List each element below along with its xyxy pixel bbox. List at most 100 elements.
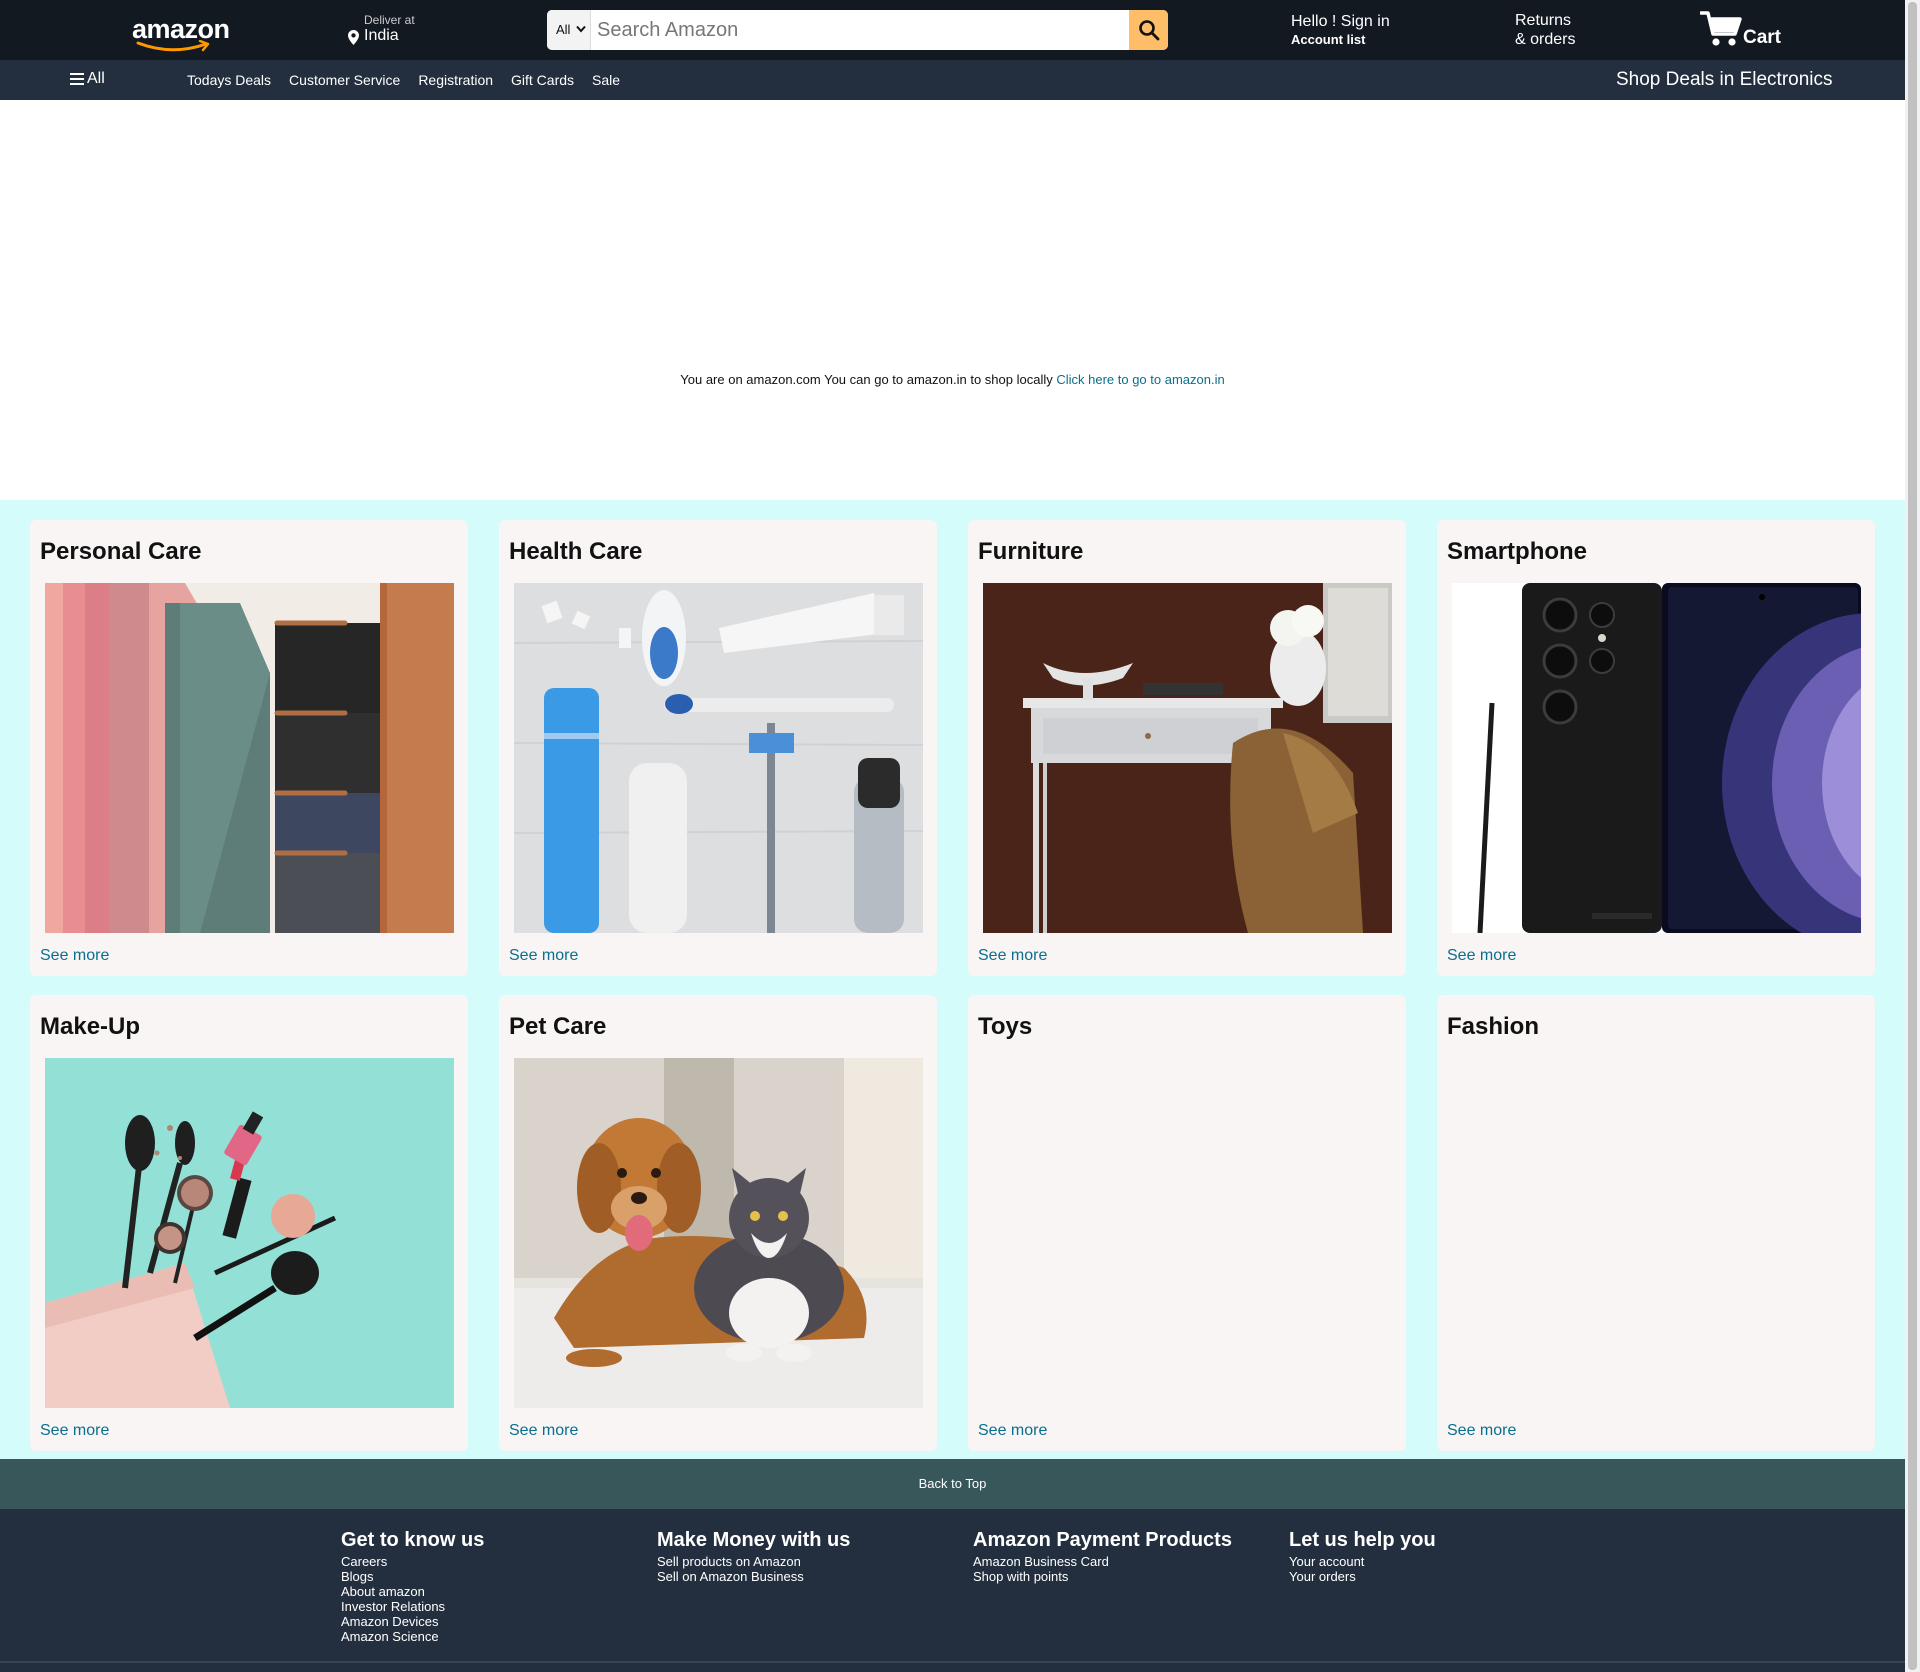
see-more-link[interactable]: See more bbox=[978, 947, 1047, 965]
pets-illustration bbox=[514, 1058, 923, 1408]
footer-link-blogs[interactable]: Blogs bbox=[341, 1569, 484, 1584]
desk-illustration bbox=[983, 583, 1392, 933]
search-bar: All bbox=[547, 10, 1168, 50]
card-image-health-care[interactable] bbox=[514, 583, 923, 933]
card-image-personal-care[interactable] bbox=[45, 583, 454, 933]
see-more-link[interactable]: See more bbox=[40, 1422, 109, 1440]
cart-button[interactable]: Cart bbox=[1700, 10, 1790, 50]
category-card-pet-care: Pet Care See more bbox=[499, 995, 937, 1451]
category-card-toys: Toys See more bbox=[968, 995, 1406, 1451]
chevron-down-icon bbox=[576, 25, 586, 33]
card-image-pet-care[interactable] bbox=[514, 1058, 923, 1408]
card-image-smartphone[interactable] bbox=[1452, 583, 1861, 933]
footer-heading: Amazon Payment Products bbox=[973, 1529, 1232, 1551]
account-list-label: Account list bbox=[1291, 32, 1366, 47]
category-card-make-up: Make-Up See more bbox=[30, 995, 468, 1451]
search-icon bbox=[1139, 20, 1160, 41]
subnav-links: Todays Deals Customer Service Registrati… bbox=[187, 72, 620, 88]
footer-divider bbox=[0, 1661, 1905, 1663]
category-card-personal-care: Personal Care See more bbox=[30, 520, 468, 976]
footer-link-sell-business[interactable]: Sell on Amazon Business bbox=[657, 1569, 850, 1584]
footer-link-careers[interactable]: Careers bbox=[341, 1554, 484, 1569]
see-more-link[interactable]: See more bbox=[509, 947, 578, 965]
nav-link-gift-cards[interactable]: Gift Cards bbox=[511, 72, 574, 88]
all-menu-label: All bbox=[87, 70, 105, 87]
amazon-smile-icon bbox=[136, 40, 210, 52]
category-card-furniture: Furniture See more bbox=[968, 520, 1406, 976]
search-category-label: All bbox=[556, 22, 571, 37]
toiletries-illustration bbox=[514, 583, 923, 933]
footer: Get to know us Careers Blogs About amazo… bbox=[0, 1509, 1905, 1672]
footer-link-shop-with-points[interactable]: Shop with points bbox=[973, 1569, 1232, 1584]
locale-notice-link[interactable]: Click here to go to amazon.in bbox=[1056, 372, 1224, 387]
footer-link-sell-products[interactable]: Sell products on Amazon bbox=[657, 1554, 850, 1569]
nav-link-sale[interactable]: Sale bbox=[592, 72, 620, 88]
card-title: Health Care bbox=[509, 538, 643, 565]
returns-orders[interactable]: Returns & orders bbox=[1515, 11, 1575, 49]
footer-list: Careers Blogs About amazon Investor Rela… bbox=[341, 1554, 484, 1644]
search-category-select[interactable]: All bbox=[547, 10, 591, 50]
returns-line1: Returns bbox=[1515, 12, 1572, 29]
footer-heading: Get to know us bbox=[341, 1529, 485, 1551]
top-nav: amazon Deliver at India All Search Amazo… bbox=[0, 0, 1905, 60]
promo-electronics-link[interactable]: Shop Deals in Electronics bbox=[1616, 69, 1833, 91]
card-title: Furniture bbox=[978, 538, 1084, 565]
locale-notice-text: You are on amazon.com You can go to amaz… bbox=[680, 372, 1053, 387]
makeup-illustration bbox=[45, 1058, 454, 1408]
footer-link-about-amazon[interactable]: About amazon bbox=[341, 1584, 484, 1599]
footer-link-your-orders[interactable]: Your orders bbox=[1289, 1569, 1436, 1584]
card-title: Personal Care bbox=[40, 538, 202, 565]
menu-icon bbox=[70, 73, 84, 85]
scrollbar-thumb[interactable] bbox=[1908, 2, 1917, 1670]
deliver-label: Deliver at bbox=[364, 13, 415, 27]
footer-link-investor-relations[interactable]: Investor Relations bbox=[341, 1599, 484, 1614]
see-more-link[interactable]: See more bbox=[40, 947, 109, 965]
page-scrollbar[interactable] bbox=[1905, 0, 1920, 1672]
footer-heading: Make Money with us bbox=[657, 1529, 851, 1551]
deliver-value: India bbox=[364, 27, 399, 44]
card-title: Toys bbox=[978, 1013, 1033, 1040]
see-more-link[interactable]: See more bbox=[978, 1422, 1047, 1440]
category-card-fashion: Fashion See more bbox=[1437, 995, 1875, 1451]
footer-list: Amazon Business Card Shop with points bbox=[973, 1554, 1232, 1584]
amazon-logo[interactable]: amazon bbox=[132, 14, 230, 52]
footer-col-make-money: Make Money with us Sell products on Amaz… bbox=[657, 1529, 850, 1584]
card-image-furniture[interactable] bbox=[983, 583, 1392, 933]
signin-greeting: Hello ! Sign in bbox=[1291, 13, 1390, 30]
search-button[interactable] bbox=[1129, 10, 1168, 50]
nav-link-todays-deals[interactable]: Todays Deals bbox=[187, 72, 271, 88]
see-more-link[interactable]: See more bbox=[1447, 947, 1516, 965]
category-card-health-care: Health Care See more bbox=[499, 520, 937, 976]
hero-banner: You are on amazon.com You can go to amaz… bbox=[0, 100, 1905, 500]
locale-notice: You are on amazon.com You can go to amaz… bbox=[0, 372, 1905, 387]
footer-col-get-to-know-us: Get to know us Careers Blogs About amazo… bbox=[341, 1529, 484, 1644]
footer-col-help: Let us help you Your account Your orders bbox=[1289, 1529, 1436, 1584]
card-title: Fashion bbox=[1447, 1013, 1540, 1040]
cart-label: Cart bbox=[1743, 27, 1782, 48]
footer-link-amazon-devices[interactable]: Amazon Devices bbox=[341, 1614, 484, 1629]
nav-link-registration[interactable]: Registration bbox=[418, 72, 493, 88]
footer-list: Sell products on Amazon Sell on Amazon B… bbox=[657, 1554, 850, 1584]
footer-link-amazon-science[interactable]: Amazon Science bbox=[341, 1629, 484, 1644]
all-menu-button[interactable]: All bbox=[70, 70, 105, 88]
account-signin[interactable]: Hello ! Sign in Account list bbox=[1291, 13, 1390, 47]
cart-icon bbox=[1700, 11, 1742, 46]
footer-link-business-card[interactable]: Amazon Business Card bbox=[973, 1554, 1232, 1569]
page: amazon Deliver at India All Search Amazo… bbox=[0, 0, 1905, 1672]
footer-link-your-account[interactable]: Your account bbox=[1289, 1554, 1436, 1569]
returns-line2: & orders bbox=[1515, 31, 1576, 48]
see-more-link[interactable]: See more bbox=[1447, 1422, 1516, 1440]
see-more-link[interactable]: See more bbox=[509, 1422, 578, 1440]
card-title: Smartphone bbox=[1447, 538, 1588, 565]
category-card-smartphone: Smartphone See more bbox=[1437, 520, 1875, 976]
card-image-make-up[interactable] bbox=[45, 1058, 454, 1408]
footer-col-payment-products: Amazon Payment Products Amazon Business … bbox=[973, 1529, 1232, 1584]
smartphone-illustration bbox=[1452, 583, 1861, 933]
search-input[interactable] bbox=[591, 10, 1124, 50]
card-title: Pet Care bbox=[509, 1013, 607, 1040]
sub-nav: All Todays Deals Customer Service Regist… bbox=[0, 60, 1905, 100]
footer-heading: Let us help you bbox=[1289, 1529, 1436, 1551]
back-to-top-button[interactable]: Back to Top bbox=[0, 1459, 1905, 1509]
category-grid: Personal Care See more Health Care See m… bbox=[0, 500, 1905, 1459]
nav-link-customer-service[interactable]: Customer Service bbox=[289, 72, 400, 88]
